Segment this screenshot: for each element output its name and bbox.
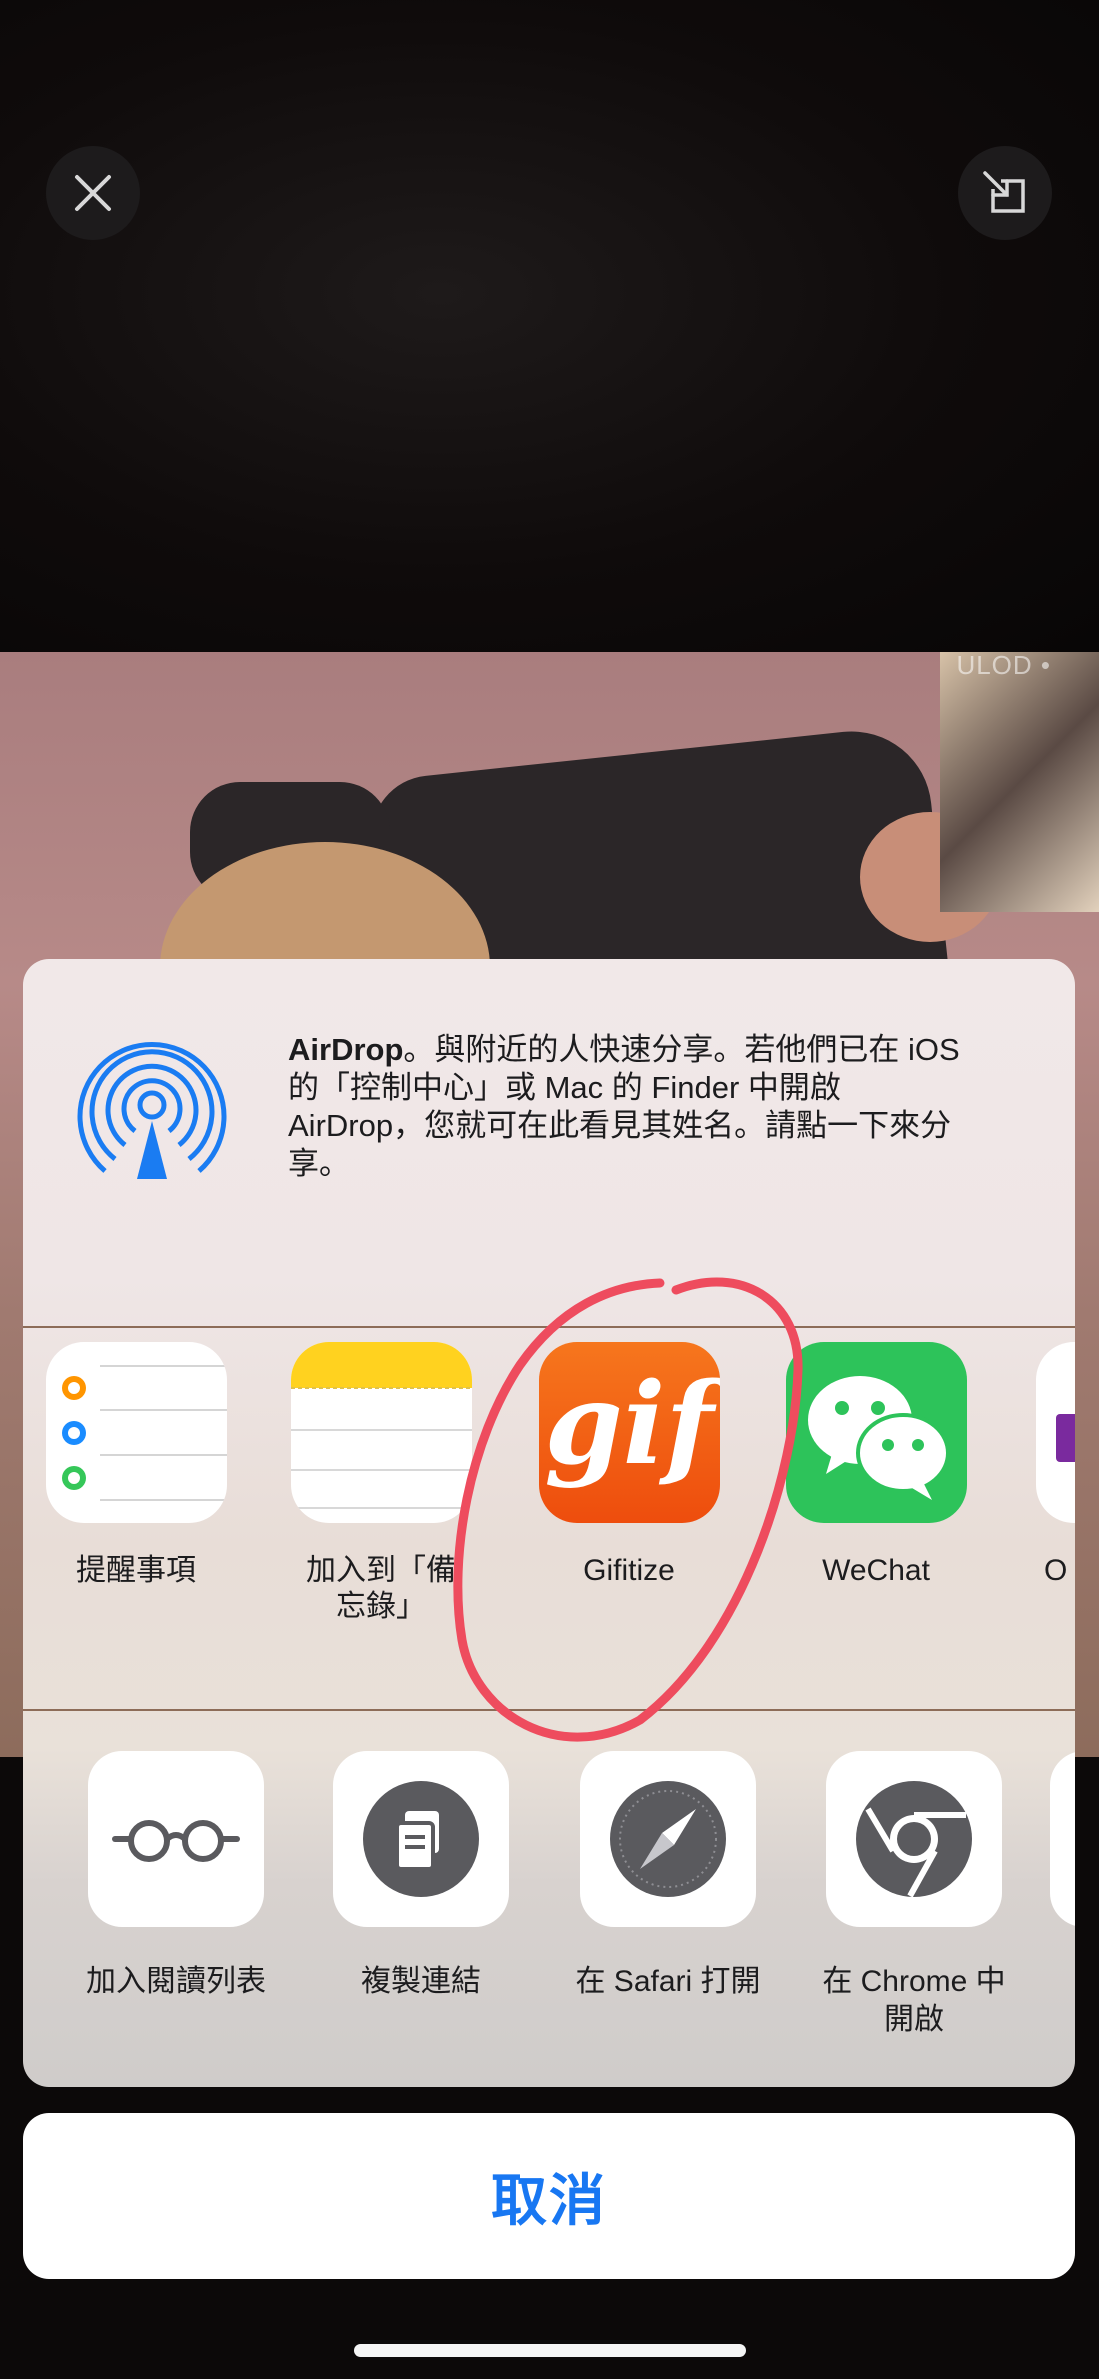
app-onenote-label: O: [1044, 1554, 1068, 1587]
app-wechat-label: WeChat: [822, 1554, 930, 1587]
safari-icon: [580, 1751, 756, 1927]
action-more[interactable]: [1050, 1751, 1075, 1927]
airdrop-section[interactable]: AirDrop。與附近的人快速分享。若他們已在 iOS 的「控制中心」或 Mac…: [23, 959, 1075, 1326]
action-open-chrome-label: 在 Chrome 中 開啟: [822, 1965, 1006, 2036]
copy-link-icon: [333, 1751, 509, 1927]
app-reminders-label: 提醒事項: [76, 1554, 196, 1587]
app-notes[interactable]: 加入到「備 忘錄」: [281, 1342, 481, 1625]
picture-in-picture-button[interactable]: [958, 146, 1052, 240]
action-row: 加入閱讀列表 複製連結 在 Safari 打開 在 Chrome 中 開啟: [23, 1751, 1075, 2071]
divider-bottom: [23, 1709, 1075, 1711]
gifitize-icon-text: gif: [544, 1359, 714, 1490]
app-gifitize[interactable]: gif Gifitize: [529, 1342, 729, 1589]
app-reminders[interactable]: 提醒事項: [36, 1342, 236, 1589]
picture-in-picture-icon: [983, 171, 1025, 213]
video-watermark: ULOD •: [956, 652, 1051, 680]
share-sheet: AirDrop。與附近的人快速分享。若他們已在 iOS 的「控制中心」或 Mac…: [23, 959, 1075, 2087]
cancel-button[interactable]: 取消: [23, 2113, 1075, 2279]
app-gifitize-label: Gifitize: [583, 1554, 675, 1587]
action-copy-link-label: 複製連結: [361, 1965, 481, 1998]
airdrop-message-line3: AirDrop，您就可在此看見其姓名。請點一下來分: [288, 1108, 952, 1143]
onenote-icon: [1035, 1342, 1075, 1523]
airdrop-title: AirDrop: [288, 1032, 404, 1067]
close-button[interactable]: [46, 146, 140, 240]
app-notes-label: 加入到「備 忘錄」: [306, 1554, 456, 1623]
airdrop-message-line2: 的「控制中心」或 Mac 的 Finder 中開啟: [288, 1070, 841, 1105]
cancel-label: 取消: [491, 2168, 607, 2232]
action-copy-link[interactable]: 複製連結: [311, 1751, 531, 2001]
video-pillow: [940, 652, 1099, 912]
airdrop-message: AirDrop。與附近的人快速分享。若他們已在 iOS 的「控制中心」或 Mac…: [288, 1031, 1028, 1183]
airdrop-message-line1: 。與附近的人快速分享。若他們已在 iOS: [403, 1032, 960, 1067]
reminders-icon: [45, 1342, 227, 1523]
more-icon: [1050, 1751, 1075, 1927]
app-share-row: 提醒事項 加入到「備 忘錄」 gif Gifitize WeChat O: [23, 1328, 1075, 1668]
video-player-top: [0, 0, 1099, 652]
home-indicator[interactable]: [354, 2344, 746, 2357]
action-open-safari[interactable]: 在 Safari 打開: [558, 1751, 778, 2001]
reading-list-icon: [88, 1751, 264, 1927]
wechat-icon: [785, 1342, 967, 1523]
close-icon: [75, 175, 111, 211]
airdrop-icon: [77, 1041, 227, 1179]
airdrop-message-line4: 享。: [288, 1146, 350, 1181]
gifitize-icon: gif: [538, 1342, 720, 1523]
action-open-safari-label: 在 Safari 打開: [575, 1965, 761, 1998]
action-reading-list-label: 加入閱讀列表: [86, 1965, 266, 1998]
chrome-icon: [826, 1751, 1002, 1927]
app-onenote[interactable]: O: [1026, 1342, 1075, 1589]
action-reading-list[interactable]: 加入閱讀列表: [66, 1751, 286, 2001]
action-open-chrome[interactable]: 在 Chrome 中 開啟: [804, 1751, 1024, 2039]
notes-icon: [290, 1342, 472, 1523]
app-wechat[interactable]: WeChat: [776, 1342, 976, 1589]
